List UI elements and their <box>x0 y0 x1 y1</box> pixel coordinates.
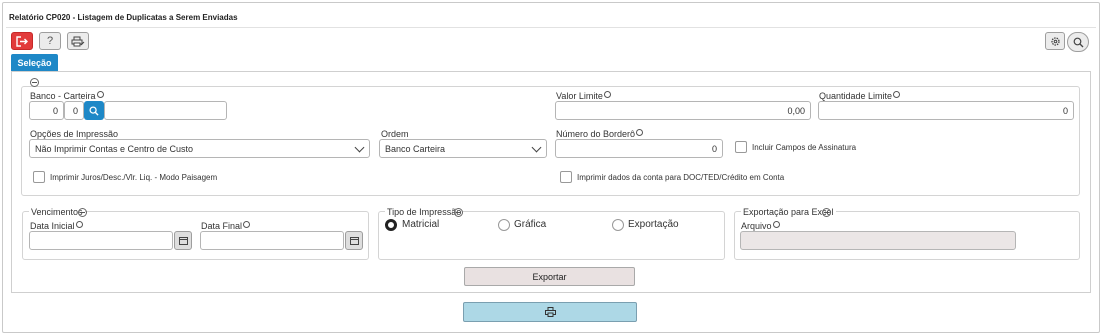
collapse-icon[interactable] <box>78 208 87 217</box>
valor-limite-label: Valor Limite <box>556 91 611 101</box>
carteira-input[interactable]: 0 <box>64 101 84 120</box>
data-inicial-calendar-button[interactable] <box>174 231 192 250</box>
banco-carteira-label: Banco - Carteira <box>30 91 104 101</box>
collapse-icon[interactable] <box>454 208 463 217</box>
arquivo-input[interactable] <box>740 231 1016 250</box>
matricial-label: Matricial <box>402 219 440 230</box>
title-divider <box>6 27 1096 28</box>
clock-icon <box>75 221 83 228</box>
banco-descricao-input[interactable] <box>104 101 227 120</box>
banco-input[interactable]: 0 <box>29 101 64 120</box>
gear-icon <box>1050 36 1060 46</box>
banco-search-button[interactable] <box>84 101 104 120</box>
vencimentos-legend: Vencimentos <box>29 207 85 217</box>
data-inicial-label: Data Inicial <box>30 221 83 231</box>
opcoes-impressao-value: Não Imprimir Contas e Centro de Custo <box>35 143 194 154</box>
collapse-icon[interactable] <box>822 208 831 217</box>
imprimir-dados-conta-label: Imprimir dados da conta para DOC/TED/Cré… <box>577 173 785 182</box>
incluir-assinatura-label: Incluir Campos de Assinatura <box>752 143 857 152</box>
exit-icon <box>16 35 28 47</box>
clock-icon <box>603 91 611 98</box>
valor-limite-input[interactable]: 0,00 <box>555 101 811 120</box>
clock-icon <box>636 129 644 136</box>
tab-selecao[interactable]: Seleção <box>11 54 58 71</box>
radio-grafica[interactable] <box>498 219 510 231</box>
numero-bordero-input[interactable]: 0 <box>555 139 723 158</box>
opcoes-impressao-select[interactable]: Não Imprimir Contas e Centro de Custo <box>29 139 370 158</box>
chevron-down-icon <box>531 142 542 153</box>
window-title: Relatório CP020 - Listagem de Duplicatas… <box>9 13 238 22</box>
radio-exportacao[interactable] <box>612 219 624 231</box>
opcoes-impressao-label: Opções de Impressão <box>30 129 119 139</box>
search-icon <box>1073 37 1083 47</box>
exit-button[interactable] <box>11 32 33 50</box>
quantidade-limite-label: Quantidade Limite <box>819 91 901 101</box>
data-final-calendar-button[interactable] <box>345 231 363 250</box>
incluir-assinatura-checkbox[interactable] <box>735 141 747 153</box>
arquivo-label: Arquivo <box>741 221 780 231</box>
grafica-label: Gráfica <box>514 219 547 230</box>
exportar-button[interactable]: Exportar <box>464 267 635 286</box>
ordem-label: Ordem <box>381 129 409 139</box>
clock-icon <box>243 221 251 228</box>
ordem-select[interactable]: Banco Carteira <box>379 139 547 158</box>
search-button[interactable] <box>1067 32 1089 52</box>
settings-button[interactable] <box>1045 32 1065 50</box>
data-inicial-input[interactable] <box>29 231 173 250</box>
quantidade-limite-input[interactable]: 0 <box>818 101 1074 120</box>
collapse-icon[interactable] <box>30 78 39 87</box>
print-setup-button[interactable] <box>67 32 89 50</box>
calendar-icon <box>349 237 359 245</box>
data-final-input[interactable] <box>200 231 344 250</box>
ordem-value: Banco Carteira <box>385 143 446 154</box>
clock-icon <box>772 221 780 228</box>
clock-icon <box>96 91 104 98</box>
imprimir-dados-conta-checkbox[interactable] <box>560 171 572 183</box>
help-icon: ? <box>46 35 54 47</box>
search-icon <box>89 105 99 116</box>
imprimir-juros-checkbox[interactable] <box>33 171 45 183</box>
help-button[interactable]: ? <box>39 32 61 50</box>
chevron-down-icon <box>354 142 365 153</box>
print-button[interactable] <box>463 302 637 322</box>
radio-matricial[interactable] <box>385 219 397 231</box>
data-final-label: Data Final <box>201 221 251 231</box>
tipo-impressao-legend: Tipo de Impressão <box>385 207 464 217</box>
printer-settings-icon <box>71 36 85 46</box>
calendar-icon <box>178 237 188 245</box>
exportacao-label: Exportação <box>628 219 679 230</box>
printer-icon <box>544 307 556 317</box>
numero-bordero-label: Número do Borderô <box>556 129 644 139</box>
imprimir-juros-label: Imprimir Juros/Desc./Vlr. Liq. - Modo Pa… <box>50 173 218 182</box>
clock-icon <box>893 91 901 98</box>
